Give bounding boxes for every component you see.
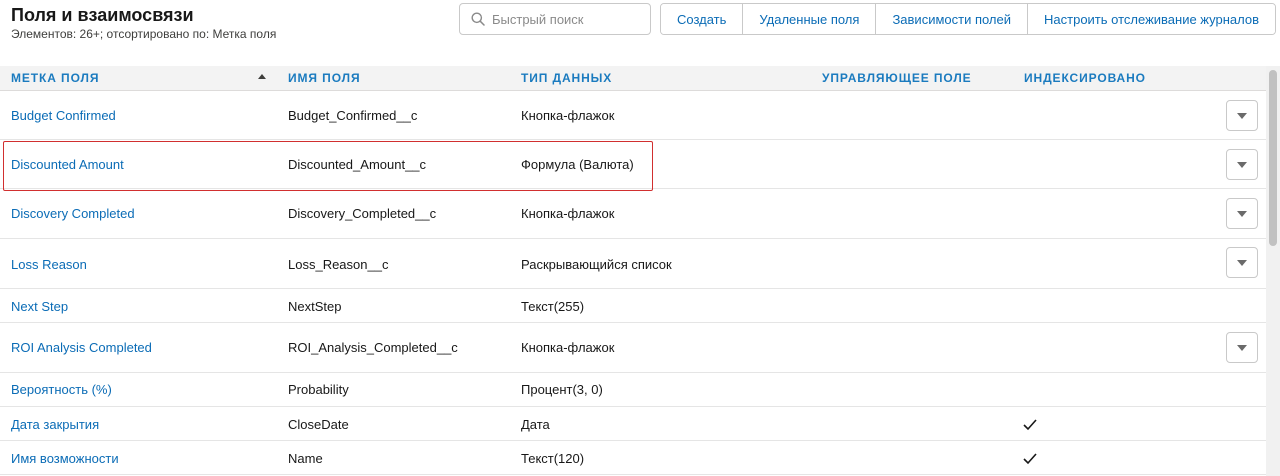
- column-header-indexed[interactable]: ИНДЕКСИРОВАНО: [1024, 71, 1146, 85]
- field-data-type: Кнопка-флажок: [521, 340, 615, 355]
- column-header-field-name[interactable]: ИМЯ ПОЛЯ: [288, 71, 361, 85]
- table-row: Next Step NextStep Текст(255): [0, 289, 1266, 323]
- field-label-link[interactable]: Вероятность (%): [11, 382, 112, 397]
- field-api-name: CloseDate: [288, 417, 349, 432]
- row-actions-button[interactable]: [1226, 198, 1258, 229]
- table-row: Discovery Completed Discovery_Completed_…: [0, 189, 1266, 239]
- field-api-name: Discounted_Amount__c: [288, 157, 427, 172]
- search-input[interactable]: [492, 6, 646, 32]
- field-data-type: Текст(255): [521, 299, 585, 314]
- field-data-type: Кнопка-флажок: [521, 108, 615, 123]
- field-data-type: Раскрывающийся список: [521, 257, 672, 272]
- row-actions-button[interactable]: [1226, 332, 1258, 363]
- field-label-link[interactable]: Имя возможности: [11, 451, 119, 466]
- field-data-type: Текст(120): [521, 451, 585, 466]
- create-button[interactable]: Создать: [661, 4, 744, 34]
- field-api-name: Loss_Reason__c: [288, 257, 389, 272]
- page-title: Поля и взаимосвязи: [11, 5, 194, 25]
- quick-search[interactable]: [459, 3, 651, 35]
- vertical-scrollbar[interactable]: [1266, 66, 1280, 476]
- chevron-down-icon: [1237, 260, 1247, 266]
- field-label-link[interactable]: Дата закрытия: [11, 417, 99, 432]
- table-header: МЕТКА ПОЛЯ ИМЯ ПОЛЯ ТИП ДАННЫХ УПРАВЛЯЮЩ…: [0, 66, 1266, 91]
- row-actions-button[interactable]: [1226, 149, 1258, 180]
- field-data-type: Процент(3, 0): [521, 382, 603, 397]
- table-row: Дата закрытия CloseDate Дата: [0, 407, 1266, 441]
- check-icon: [1023, 453, 1037, 465]
- field-dependencies-button[interactable]: Зависимости полей: [876, 4, 1029, 34]
- field-label-link[interactable]: Discovery Completed: [11, 206, 135, 221]
- field-data-type: Кнопка-флажок: [521, 206, 615, 221]
- field-data-type: Формула (Валюта): [521, 157, 634, 172]
- table-row: ROI Analysis Completed ROI_Analysis_Comp…: [0, 323, 1266, 373]
- scrollbar-thumb[interactable]: [1269, 70, 1277, 246]
- page-subtitle: Элементов: 26+; отсортировано по: Метка …: [11, 27, 277, 41]
- field-label-link[interactable]: Loss Reason: [11, 257, 87, 272]
- field-api-name: NextStep: [288, 299, 342, 314]
- row-actions-button[interactable]: [1226, 247, 1258, 278]
- field-data-type: Дата: [521, 417, 550, 432]
- field-label-link[interactable]: Budget Confirmed: [11, 108, 116, 123]
- column-header-controlling-field[interactable]: УПРАВЛЯЮЩЕЕ ПОЛЕ: [822, 71, 972, 85]
- table-row: Loss Reason Loss_Reason__c Раскрывающийс…: [0, 239, 1266, 289]
- field-label-link[interactable]: Next Step: [11, 299, 68, 314]
- field-api-name: ROI_Analysis_Completed__c: [288, 340, 458, 355]
- toolbar-button-group: Создать Удаленные поля Зависимости полей…: [660, 3, 1277, 35]
- field-label-link[interactable]: ROI Analysis Completed: [11, 340, 152, 355]
- field-label-link[interactable]: Discounted Amount: [11, 157, 124, 172]
- search-icon: [471, 12, 485, 26]
- check-icon: [1023, 419, 1037, 431]
- field-api-name: Name: [288, 451, 323, 466]
- deleted-fields-button[interactable]: Удаленные поля: [743, 4, 877, 34]
- set-history-tracking-button[interactable]: Настроить отслеживание журналов: [1028, 4, 1276, 34]
- table-row: Discounted Amount Discounted_Amount__c Ф…: [0, 140, 1266, 189]
- table-row: Вероятность (%) Probability Процент(3, 0…: [0, 373, 1266, 407]
- chevron-down-icon: [1237, 211, 1247, 217]
- fields-table: МЕТКА ПОЛЯ ИМЯ ПОЛЯ ТИП ДАННЫХ УПРАВЛЯЮЩ…: [0, 66, 1266, 475]
- table-row: Имя возможности Name Текст(120): [0, 441, 1266, 475]
- column-header-data-type[interactable]: ТИП ДАННЫХ: [521, 71, 612, 85]
- row-actions-button[interactable]: [1226, 100, 1258, 131]
- sort-ascending-icon: [258, 74, 266, 79]
- chevron-down-icon: [1237, 345, 1247, 351]
- page-header: Поля и взаимосвязи Элементов: 26+; отсор…: [0, 0, 1280, 64]
- field-api-name: Budget_Confirmed__c: [288, 108, 418, 123]
- column-header-field-label[interactable]: МЕТКА ПОЛЯ: [11, 71, 99, 85]
- field-api-name: Discovery_Completed__c: [288, 206, 437, 221]
- table-row: Budget Confirmed Budget_Confirmed__c Кно…: [0, 91, 1266, 140]
- chevron-down-icon: [1237, 113, 1247, 119]
- field-api-name: Probability: [288, 382, 349, 397]
- chevron-down-icon: [1237, 162, 1247, 168]
